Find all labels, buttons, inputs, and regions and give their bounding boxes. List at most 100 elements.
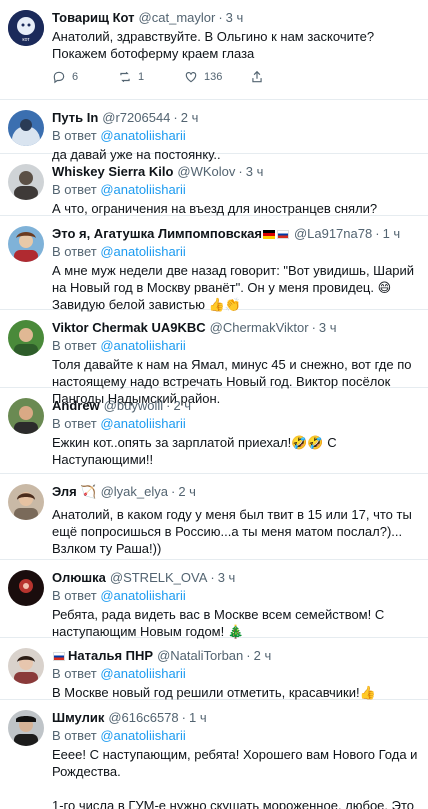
reply-context: В ответ @anatoliisharii <box>52 182 186 197</box>
tweet-text: Анатолий, здравствуйте. В Ольгино к нам … <box>52 29 378 61</box>
mention-link[interactable]: @anatoliisharii <box>100 182 185 197</box>
author-handle[interactable]: @ChermakViktor <box>210 320 309 336</box>
tweet[interactable]: Наталья ПНР @NataliTorban · 2 ч В ответ … <box>0 638 428 700</box>
reply-context: В ответ @anatoliisharii <box>52 588 186 603</box>
author-name[interactable]: Whiskey Sierra Kilo <box>52 164 173 180</box>
mention-link[interactable]: @anatoliisharii <box>100 338 185 353</box>
retweet-count: 1 <box>138 71 145 83</box>
tweet[interactable]: Путь In @r7206544 · 2 ч В ответ @anatoli… <box>0 100 428 162</box>
timestamp[interactable]: 3 ч <box>218 570 236 586</box>
tweet[interactable]: Это я, Агатушка Лимпомповская @La917na78… <box>0 216 428 312</box>
mention-link[interactable]: @anatoliisharii <box>100 588 185 603</box>
author-handle[interactable]: @616c6578 <box>108 710 178 726</box>
timestamp[interactable]: 3 ч <box>226 10 244 26</box>
reply-icon <box>53 71 65 84</box>
reply-context: В ответ @anatoliisharii <box>52 728 186 743</box>
reply-button[interactable]: 6 <box>52 70 118 84</box>
separator-dot: · <box>166 398 171 413</box>
avatar[interactable] <box>8 320 44 356</box>
separator-dot: · <box>311 320 316 335</box>
separator-dot: · <box>218 10 223 25</box>
mention-link[interactable]: @anatoliisharii <box>100 244 185 259</box>
avatar[interactable] <box>8 484 44 520</box>
share-icon <box>252 70 262 83</box>
avatar[interactable] <box>8 570 44 606</box>
separator-dot: · <box>181 710 186 725</box>
avatar[interactable] <box>8 398 44 434</box>
separator-dot: · <box>173 110 178 125</box>
avatar[interactable] <box>8 710 44 746</box>
timestamp[interactable]: 3 ч <box>319 320 337 336</box>
author-name[interactable]: Наталья ПНР <box>68 648 153 664</box>
author-name[interactable]: Andrew <box>52 398 100 414</box>
mention-link[interactable]: @anatoliisharii <box>100 128 185 143</box>
svg-text:кот: кот <box>22 37 30 43</box>
avatar[interactable] <box>8 226 44 262</box>
avatar[interactable]: кот <box>8 10 44 46</box>
tweet[interactable]: кот Товарищ Кот @cat_maylor · 3 ч Анатол… <box>0 0 428 100</box>
tweet[interactable]: Whiskey Sierra Kilo @WKolov · 3 ч В отве… <box>0 154 428 216</box>
author-handle[interactable]: @buywolll <box>104 398 163 414</box>
timestamp[interactable]: 1 ч <box>189 710 207 726</box>
tweet-text: Ееее! С наступающим, ребята! Хорошего ва… <box>52 747 418 809</box>
author-handle[interactable]: @WKolov <box>177 164 235 180</box>
tweet-actions: 6 1 136 <box>52 70 420 84</box>
like-button[interactable]: 136 <box>184 70 250 84</box>
tweet-text: Анатолий, в каком году у меня был твит в… <box>52 507 412 556</box>
reply-count: 6 <box>72 71 79 83</box>
tweet[interactable]: Олюшка @STRELK_OVA · 3 ч В ответ @anatol… <box>0 560 428 639</box>
mention-link[interactable]: @anatoliisharii <box>100 666 185 681</box>
tweet-text: Ежкин кот..опять за зарплатой приехал!🤣🤣… <box>52 435 341 467</box>
author-handle[interactable]: @lyak_elya <box>101 484 168 500</box>
author-name[interactable]: Эля 🏹 <box>52 484 97 500</box>
tweet-text: А мне муж недели две назад говорит: "Вот… <box>52 263 418 312</box>
timestamp[interactable]: 2 ч <box>173 398 191 414</box>
author-name[interactable]: Олюшка <box>52 570 106 586</box>
tweet-text: Ребята, рада видеть вас в Москве всем се… <box>52 607 388 639</box>
like-count: 136 <box>204 71 223 83</box>
tweet[interactable]: Viktor Chermak UA9KBC @ChermakViktor · 3… <box>0 310 428 406</box>
timestamp[interactable]: 3 ч <box>246 164 264 180</box>
author-handle[interactable]: @cat_maylor <box>139 10 216 26</box>
timestamp[interactable]: 1 ч <box>383 226 401 242</box>
mention-link[interactable]: @anatoliisharii <box>100 728 185 743</box>
timestamp[interactable]: 2 ч <box>181 110 199 126</box>
author-name[interactable]: Товарищ Кот <box>52 10 135 26</box>
author-handle[interactable]: @STRELK_OVA <box>110 570 208 586</box>
author-name[interactable]: Это я, Агатушка Лимпомповская <box>52 226 262 242</box>
retweet-icon <box>120 71 130 83</box>
heart-icon <box>185 72 197 83</box>
tweet-text: В Москве новый год решили отметить, крас… <box>52 685 376 700</box>
germany-flag-icon <box>262 229 275 239</box>
separator-dot: · <box>246 648 251 663</box>
reply-context: В ответ @anatoliisharii <box>52 666 186 681</box>
author-name[interactable]: Шмулик <box>52 710 104 726</box>
author-name[interactable]: Viktor Chermak UA9KBC <box>52 320 206 336</box>
separator-dot: · <box>210 570 215 585</box>
mention-link[interactable]: @anatoliisharii <box>100 416 185 431</box>
author-handle[interactable]: @La917na78 <box>294 226 372 242</box>
avatar[interactable] <box>8 648 44 684</box>
reply-context: В ответ @anatoliisharii <box>52 338 186 353</box>
reply-context: В ответ @anatoliisharii <box>52 128 186 143</box>
russia-flag-icon <box>53 651 65 661</box>
reply-context: В ответ @anatoliisharii <box>52 244 186 259</box>
separator-dot: · <box>375 226 380 241</box>
avatar[interactable] <box>8 164 44 200</box>
timestamp[interactable]: 2 ч <box>178 484 196 500</box>
timestamp[interactable]: 2 ч <box>254 648 272 664</box>
tweet-text: А что, ограничения на въезд для иностран… <box>52 201 378 216</box>
tweet[interactable]: Andrew @buywolll · 2 ч В ответ @anatolii… <box>0 388 428 474</box>
author-handle[interactable]: @r7206544 <box>102 110 170 126</box>
tweet[interactable]: Шмулик @616c6578 · 1 ч В ответ @anatolii… <box>0 700 428 809</box>
author-handle[interactable]: @NataliTorban <box>157 648 243 664</box>
reply-context: В ответ @anatoliisharii <box>52 416 186 431</box>
share-button[interactable] <box>250 70 316 84</box>
retweet-button[interactable]: 1 <box>118 70 184 84</box>
separator-dot: · <box>170 484 176 499</box>
separator-dot: · <box>238 164 243 179</box>
author-name[interactable]: Путь In <box>52 110 98 126</box>
tweet[interactable]: Эля 🏹 @lyak_elya · 2 ч Анатолий, в каком… <box>0 474 428 560</box>
avatar[interactable] <box>8 110 44 146</box>
russia-flag-icon <box>276 229 289 239</box>
